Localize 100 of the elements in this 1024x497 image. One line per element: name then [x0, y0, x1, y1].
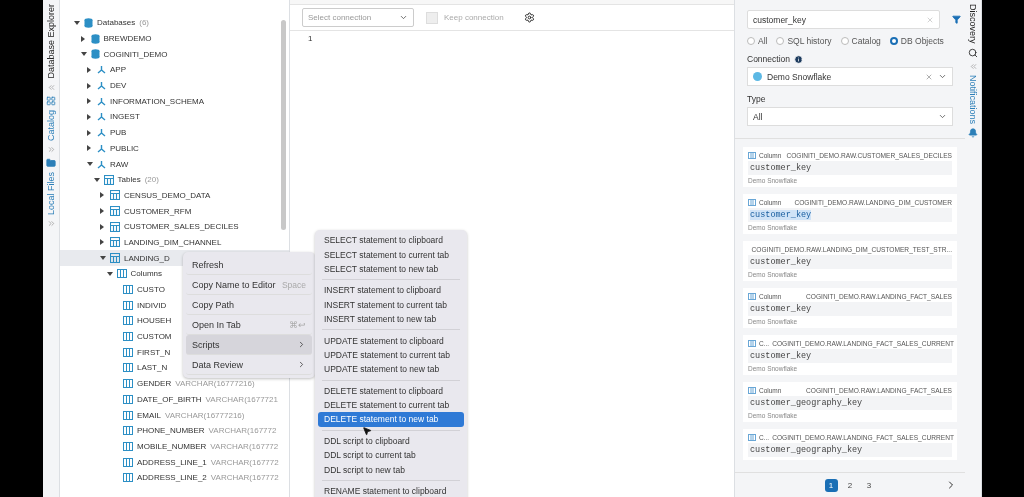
- tree-label: GENDER: [137, 379, 172, 389]
- caret-down-icon[interactable]: [93, 177, 100, 182]
- columns-icon: [123, 347, 133, 357]
- tree-label: LAST_N: [137, 363, 168, 373]
- submenu-icon: [297, 340, 306, 349]
- tree-item[interactable]: MOBILE_NUMBER VARCHAR(167772: [60, 438, 289, 455]
- sidebar-tab[interactable]: Local Files: [46, 171, 56, 215]
- tree-label: INFORMATION_SCHEMA: [110, 96, 205, 106]
- radio-button[interactable]: [776, 37, 785, 45]
- page-button[interactable]: 2: [843, 478, 857, 492]
- caret-right-icon[interactable]: [87, 113, 91, 120]
- tree-item[interactable]: GENDER VARCHAR(16777216): [60, 375, 289, 392]
- tree-item[interactable]: CUSTOMER_SALES_DECILES: [60, 218, 289, 235]
- search-field[interactable]: customer_key: [747, 10, 940, 29]
- sidebar-tab[interactable]: Discovery: [968, 4, 978, 44]
- columns-icon: [748, 434, 756, 441]
- folder-icon[interactable]: [46, 157, 56, 168]
- menu-item[interactable]: DELETE statement to current tab: [318, 397, 464, 413]
- caret-right-icon[interactable]: [80, 35, 85, 42]
- menu-item[interactable]: DDL script to new tab: [318, 462, 464, 477]
- menu-item[interactable]: UPDATE statement to current tab: [318, 347, 464, 363]
- page-button[interactable]: 1: [824, 478, 838, 492]
- scrollbar[interactable]: [281, 20, 286, 230]
- caret-right-icon[interactable]: [87, 98, 91, 105]
- caret-down-icon[interactable]: [80, 52, 87, 57]
- menu-item[interactable]: DELETE statement to new tab: [318, 412, 464, 427]
- columns-icon: [123, 332, 133, 342]
- radio-button[interactable]: [889, 37, 898, 45]
- schema-icon: [97, 128, 106, 138]
- tree-item[interactable]: ADDRESS_LINE_2 VARCHAR(167772: [60, 469, 289, 486]
- menu-item[interactable]: Copy Path: [186, 295, 312, 315]
- radio-button[interactable]: [840, 37, 849, 45]
- sidebar-tab[interactable]: Database Explorer: [46, 4, 56, 79]
- tree-item[interactable]: APP: [60, 62, 289, 78]
- menu-item[interactable]: Scripts: [186, 335, 312, 355]
- tree-item[interactable]: INGEST: [60, 109, 289, 125]
- tree-item[interactable]: ADDRESS_LINE_1 VARCHAR(167772: [60, 454, 289, 470]
- shortcut-hint: ⌘↩: [289, 319, 306, 330]
- tree-item[interactable]: BREWDEMO: [60, 30, 289, 47]
- connection-select[interactable]: Demo Snowflake: [747, 67, 953, 86]
- menu-item[interactable]: DDL script to current tab: [318, 448, 464, 463]
- caret-down-icon[interactable]: [106, 271, 113, 276]
- tree-item[interactable]: EMAIL VARCHAR(16777216): [60, 407, 289, 423]
- menu-item[interactable]: INSERT statement to new tab: [318, 311, 464, 327]
- tree-label: FIRST_N: [137, 347, 171, 357]
- sidebar-tab[interactable]: Notifications: [968, 74, 978, 124]
- menu-item[interactable]: UPDATE statement to clipboard: [318, 333, 464, 348]
- tree-item[interactable]: CENSUS_DEMO_DATA: [60, 187, 289, 204]
- tree-label: CUSTOMER_SALES_DECILES: [124, 222, 239, 232]
- bell-icon[interactable]: [968, 127, 978, 138]
- tree-item[interactable]: Tables (20): [60, 171, 289, 188]
- caret-right-icon[interactable]: [100, 223, 104, 230]
- menu-item[interactable]: UPDATE statement to new tab: [318, 362, 464, 377]
- menu-item[interactable]: Data Review: [186, 355, 312, 375]
- submenu-icon: [297, 360, 306, 369]
- tree-item[interactable]: INFORMATION_SCHEMA: [60, 93, 289, 110]
- caret-right-icon[interactable]: [87, 66, 91, 73]
- caret-down-icon[interactable]: [74, 20, 80, 25]
- caret-down-icon[interactable]: [100, 256, 106, 261]
- type-select[interactable]: All: [747, 107, 953, 126]
- tree-item[interactable]: RAW: [60, 156, 289, 172]
- info-icon[interactable]: [794, 54, 803, 64]
- tree-item[interactable]: COGINITI_DEMO: [60, 46, 289, 63]
- filter-icon[interactable]: [952, 15, 961, 24]
- settings-icon[interactable]: [523, 12, 535, 23]
- tree-item[interactable]: DATE_OF_BIRTH VARCHAR(1677721: [60, 391, 289, 408]
- tree-item[interactable]: PHONE_NUMBER VARCHAR(167772: [60, 422, 289, 439]
- schema-icon: [97, 159, 106, 169]
- tree-item[interactable]: PUB: [60, 124, 289, 141]
- columns-icon: [123, 394, 133, 404]
- columns-icon: [748, 387, 756, 394]
- search-icon[interactable]: [968, 47, 978, 58]
- caret-right-icon[interactable]: [100, 192, 104, 199]
- menu-item[interactable]: SELECT statement to new tab: [318, 261, 464, 277]
- tree-item[interactable]: CUSTOMER_RFM: [60, 203, 289, 219]
- caret-right-icon[interactable]: [100, 239, 104, 246]
- caret-right-icon[interactable]: [87, 129, 91, 136]
- menu-item[interactable]: SELECT statement to current tab: [318, 247, 464, 262]
- menu-item[interactable]: DELETE statement to clipboard: [318, 383, 464, 398]
- catalog-icon[interactable]: [46, 95, 56, 106]
- column-type: VARCHAR(1677721: [205, 394, 278, 404]
- menu-item[interactable]: Copy Name to Editor Space: [186, 275, 312, 295]
- tree-item[interactable]: LANDING_DIM_CHANNEL: [60, 234, 289, 251]
- sidebar-tab[interactable]: Catalog: [46, 109, 56, 141]
- menu-item[interactable]: DDL script to clipboard: [318, 433, 464, 449]
- menu-item[interactable]: SELECT statement to clipboard: [318, 233, 464, 248]
- menu-item[interactable]: Refresh: [186, 255, 312, 275]
- radio-button[interactable]: [747, 37, 755, 45]
- menu-item[interactable]: INSERT statement to current tab: [318, 297, 464, 312]
- menu-item[interactable]: RENAME statement to clipboard: [318, 483, 464, 497]
- caret-right-icon[interactable]: [87, 145, 91, 152]
- tree-item[interactable]: Databases (6): [60, 15, 289, 31]
- tree-label: EMAIL: [137, 410, 161, 420]
- tree-item[interactable]: DEV: [60, 77, 289, 94]
- caret-right-icon[interactable]: [87, 82, 91, 89]
- tree-item[interactable]: PUBLIC: [60, 140, 289, 157]
- caret-down-icon[interactable]: [87, 162, 93, 167]
- page-button[interactable]: 3: [862, 478, 876, 492]
- caret-right-icon[interactable]: [100, 208, 104, 215]
- menu-item[interactable]: INSERT statement to clipboard: [318, 283, 464, 298]
